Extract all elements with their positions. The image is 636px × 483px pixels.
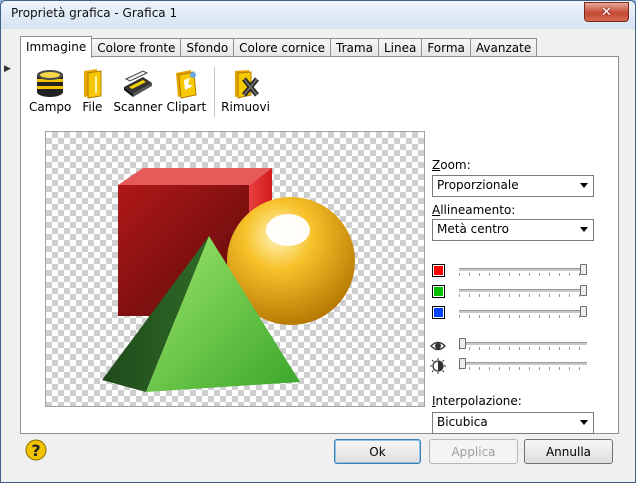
tab-colore-fronte[interactable]: Colore fronte	[91, 38, 182, 57]
window-title: Proprietà grafica - Grafica 1	[11, 6, 178, 20]
dialog-client: ▶ Immagine Colore fronte Sfondo Colore c…	[1, 29, 635, 482]
contrast-slider[interactable]	[459, 358, 587, 370]
tab-colore-cornice[interactable]: Colore cornice	[233, 38, 332, 57]
side-chevron-icon[interactable]: ▶	[4, 64, 11, 74]
zoom-label: Zoom:	[432, 158, 471, 172]
campo-button[interactable]: Campo	[29, 67, 71, 117]
tab-strip: Immagine Colore fronte Sfondo Colore cor…	[20, 36, 538, 58]
image-preview-graphic	[102, 168, 355, 392]
image-preview	[45, 131, 425, 407]
alignment-label: Allineamento:	[432, 203, 516, 217]
slider-thumb[interactable]	[459, 338, 466, 349]
green-swatch[interactable]	[432, 285, 445, 298]
alignment-select[interactable]: Metà centro	[432, 219, 594, 241]
ok-button[interactable]: Ok	[334, 439, 421, 464]
tab-linea[interactable]: Linea	[377, 38, 423, 57]
slider-thumb[interactable]	[580, 285, 587, 296]
tab-panel-immagine: Campo File Scanner Clipart Rimuovi Zoom:…	[20, 56, 619, 434]
tab-trama[interactable]: Trama	[330, 38, 379, 57]
file-button[interactable]: File	[75, 67, 109, 117]
close-button[interactable]: ✕	[584, 2, 629, 22]
title-bar: Proprietà grafica - Grafica 1 ✕	[1, 1, 635, 30]
brightness-slider[interactable]	[459, 338, 587, 350]
slider-thumb[interactable]	[580, 264, 587, 275]
clipart-label: Clipart	[166, 100, 207, 114]
scanner-button[interactable]: Scanner	[113, 67, 163, 117]
tab-sfondo[interactable]: Sfondo	[180, 38, 235, 57]
alignment-value: Metà centro	[437, 222, 509, 236]
blue-swatch[interactable]	[432, 306, 445, 319]
cancel-button[interactable]: Annulla	[524, 439, 613, 464]
tab-avanzate[interactable]: Avanzate	[469, 38, 538, 57]
eye-icon	[430, 341, 446, 351]
blue-slider[interactable]	[459, 306, 587, 318]
database-icon	[37, 70, 64, 97]
help-icon[interactable]: ?	[25, 438, 47, 462]
scanner-label: Scanner	[113, 100, 163, 114]
toolbar-separator	[214, 67, 216, 117]
image-source-toolbar: Campo File Scanner Clipart Rimuovi	[29, 67, 274, 117]
interpolation-value: Bicubica	[437, 415, 488, 429]
slider-thumb[interactable]	[580, 306, 587, 317]
rimuovi-label: Rimuovi	[221, 100, 270, 114]
tab-immagine[interactable]: Immagine	[20, 36, 93, 58]
chevron-down-icon	[580, 227, 588, 232]
red-slider[interactable]	[459, 264, 587, 276]
clipart-icon	[176, 70, 197, 99]
image-settings-panel: Zoom: Proporzionale Allineamento: Metà c…	[430, 57, 615, 434]
scanner-icon	[123, 70, 152, 97]
red-swatch[interactable]	[432, 264, 445, 277]
svg-text:?: ?	[31, 441, 40, 460]
remove-icon	[234, 70, 259, 99]
interpolation-select[interactable]: Bicubica	[432, 412, 594, 434]
zoom-value: Proporzionale	[437, 178, 519, 192]
file-label: File	[82, 100, 103, 114]
apply-button[interactable]: Applica	[429, 439, 518, 464]
properties-dialog: Proprietà grafica - Grafica 1 ✕ ▶ Immagi…	[0, 0, 636, 483]
green-slider[interactable]	[459, 285, 587, 297]
rimuovi-button[interactable]: Rimuovi	[221, 67, 270, 117]
tab-forma[interactable]: Forma	[421, 38, 471, 57]
zoom-select[interactable]: Proporzionale	[432, 175, 594, 197]
contrast-icon	[430, 358, 446, 374]
interpolation-label: Interpolazione:	[432, 394, 522, 408]
campo-label: Campo	[29, 100, 72, 114]
clipart-button[interactable]: Clipart	[166, 67, 207, 117]
folder-icon	[84, 69, 102, 99]
chevron-down-icon	[580, 183, 588, 188]
chevron-down-icon	[580, 420, 588, 425]
slider-thumb[interactable]	[459, 358, 466, 369]
close-icon: ✕	[601, 4, 612, 20]
